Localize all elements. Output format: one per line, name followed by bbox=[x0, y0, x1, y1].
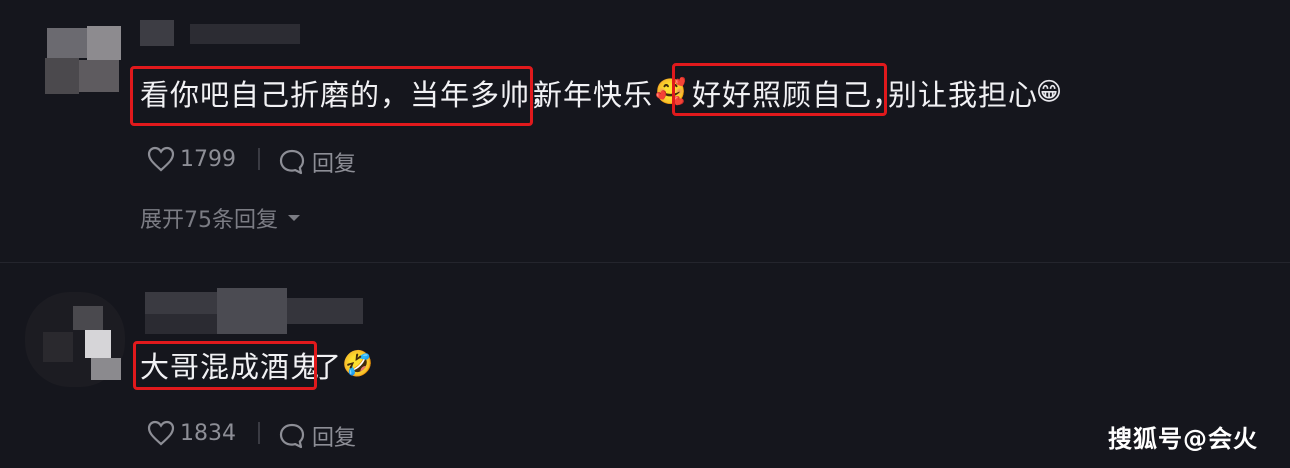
avatar[interactable] bbox=[35, 18, 125, 98]
highlight-box bbox=[133, 341, 317, 390]
expand-replies-label: 展开75条回复 bbox=[140, 208, 278, 233]
username[interactable] bbox=[140, 20, 320, 46]
reply-label: 回复 bbox=[312, 426, 357, 451]
caret-down-icon bbox=[288, 215, 300, 221]
action-divider bbox=[258, 422, 260, 444]
comment-text-part-4: 别让我担心 bbox=[888, 78, 1039, 112]
action-divider bbox=[258, 148, 260, 170]
highlight-box bbox=[130, 66, 533, 126]
comment-text-part-2: 新年快乐 bbox=[533, 78, 654, 112]
username[interactable] bbox=[145, 288, 385, 338]
comment-divider bbox=[0, 262, 1290, 263]
reply-label: 回复 bbox=[312, 152, 357, 177]
grinning-face-emoji: 😁 bbox=[1036, 77, 1063, 106]
rolling-laughing-emoji: 🤣 bbox=[342, 349, 374, 378]
heart-outline-icon bbox=[147, 146, 175, 172]
heart-outline-icon bbox=[147, 420, 175, 446]
reply-button[interactable]: 回复 bbox=[278, 420, 356, 452]
speech-bubble-icon bbox=[279, 423, 305, 449]
like-count: 1799 bbox=[180, 146, 236, 172]
speech-bubble-icon bbox=[279, 149, 305, 175]
watermark: 搜狐号@会火 bbox=[1108, 425, 1258, 453]
expand-replies-button[interactable]: 展开75条回复 bbox=[140, 202, 302, 234]
reply-button[interactable]: 回复 bbox=[278, 146, 356, 178]
highlight-box bbox=[672, 63, 887, 116]
avatar[interactable] bbox=[25, 292, 125, 387]
like-button[interactable]: 1834 bbox=[147, 420, 236, 446]
like-count: 1834 bbox=[180, 420, 236, 446]
like-button[interactable]: 1799 bbox=[147, 146, 236, 172]
